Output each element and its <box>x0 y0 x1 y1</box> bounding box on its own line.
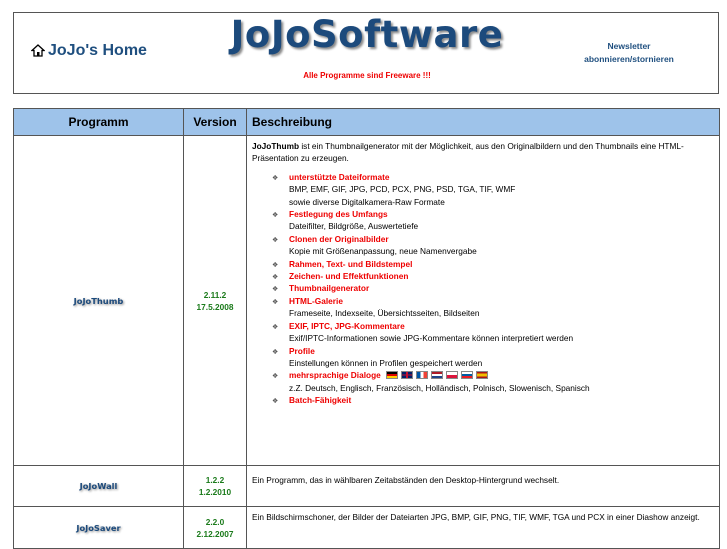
french-flag-icon <box>416 371 429 380</box>
feature-item: ❖ mehrsprachige Dialoge z.Z. Deutsch, Eng… <box>270 369 714 394</box>
feature-title: Rahmen, Text- und Bildstempel <box>289 258 413 269</box>
feature-title: Zeichen- und Effektfunktionen <box>289 271 409 282</box>
program-row-jojowall: JoJoWall 1.2.2 1.2.2010 Ein Programm, da… <box>13 465 720 507</box>
program-row-jojosaver: JoJoSaver 2.2.0 2.12.2007 Ein Bildschirm… <box>13 506 720 549</box>
program-name-jojosaver[interactable]: JoJoSaver <box>13 506 184 549</box>
column-header-description: Beschreibung <box>246 108 720 136</box>
feature-title: EXIF, IPTC, JPG-Kommentare <box>289 320 405 331</box>
program-description: Ein Bildschirmschoner, der Bilder der Da… <box>252 512 700 522</box>
slovenian-flag-icon <box>461 371 474 380</box>
newsletter-line2[interactable]: abonnieren/stornieren <box>569 53 689 66</box>
home-link[interactable]: JoJo's Home <box>30 42 147 62</box>
feature-detail: sowie diverse Digitalkamera-Raw Formate <box>289 196 445 207</box>
version-date[interactable]: 2.12.2007 <box>185 528 245 540</box>
site-logo[interactable]: JoJoSoftware <box>222 13 512 56</box>
feature-item: ❖ EXIF, IPTC, JPG-Kommentare Exif/IPTC-Inf… <box>270 320 714 345</box>
feature-title: unterstützte Dateiformate <box>289 171 390 182</box>
feature-detail: Kopie mit Größenanpassung, neue Namenver… <box>289 246 477 257</box>
polish-flag-icon <box>446 371 459 380</box>
version-number[interactable]: 1.2.2 <box>185 474 245 486</box>
feature-item: ❖ unterstützte Dateiformate BMP, EMF, GIF,… <box>270 171 714 208</box>
newsletter-line1[interactable]: Newsletter <box>569 40 689 53</box>
feature-title: Thumbnailgenerator <box>289 283 370 294</box>
feature-title: Festlegung des Umfangs <box>289 209 388 220</box>
intro-text: ist ein Thumbnailgenerator mit der Mögli… <box>252 141 684 164</box>
feature-detail: Frameseite, Indexseite, Übersichtsseiten… <box>289 308 480 319</box>
program-description: Ein Programm, das in wählbaren Zeitabstä… <box>252 475 560 485</box>
dutch-flag-icon <box>431 371 444 380</box>
program-name-jojowall[interactable]: JoJoWall <box>13 465 184 507</box>
spanish-flag-icon <box>476 371 489 380</box>
bullet-icon: ❖ <box>272 236 279 244</box>
version-cell: 2.2.0 2.12.2007 <box>183 506 247 549</box>
bullet-icon: ❖ <box>272 323 279 331</box>
newsletter-link[interactable]: Newsletter abonnieren/stornieren <box>569 40 689 66</box>
bullet-icon: ❖ <box>272 212 279 220</box>
feature-title: HTML-Galerie <box>289 295 343 306</box>
program-name-jojothumb[interactable]: JoJoThumb <box>13 135 184 466</box>
feature-title: Batch-Fähigkeit <box>289 395 352 406</box>
description-cell: Ein Bildschirmschoner, der Bilder der Da… <box>246 506 720 549</box>
version-number[interactable]: 2.11.2 <box>185 289 245 301</box>
german-flag-icon <box>386 371 399 380</box>
feature-title: mehrsprachige Dialoge <box>289 370 381 381</box>
feature-detail: Dateifilter, Bildgröße, Auswertetiefe <box>289 221 419 232</box>
feature-detail: Exif/IPTC-Informationen sowie JPG-Kommen… <box>289 333 574 344</box>
site-header: JoJo's Home JoJoSoftware Alle Programme … <box>13 12 719 94</box>
feature-list: ❖ unterstützte Dateiformate BMP, EMF, GIF,… <box>270 171 714 407</box>
feature-item: ❖ Profile Einstellungen können in Profilen… <box>270 345 714 370</box>
feature-detail: Einstellungen können in Profilen gespeic… <box>289 357 483 368</box>
version-date[interactable]: 1.2.2010 <box>185 486 245 498</box>
feature-item: ❖ Batch-Fähigkeit <box>270 394 714 406</box>
uk-flag-icon <box>401 371 414 380</box>
version-cell: 2.11.2 17.5.2008 <box>183 135 247 466</box>
bullet-icon: ❖ <box>272 298 279 306</box>
description-cell: JoJoThumb ist ein Thumbnailgenerator mit… <box>246 135 720 466</box>
description-cell: Ein Programm, das in wählbaren Zeitabstä… <box>246 465 720 507</box>
version-date[interactable]: 17.5.2008 <box>185 301 245 313</box>
column-header-program: Programm <box>13 108 184 136</box>
program-row-jojothumb: JoJoThumb 2.11.2 17.5.2008 JoJoThumb ist… <box>13 135 720 466</box>
feature-item: ❖ Zeichen- und Effektfunktionen <box>270 270 714 282</box>
feature-detail: BMP, EMF, GIF, JPG, PCD, PCX, PNG, PSD, … <box>289 184 516 195</box>
version-number[interactable]: 2.2.0 <box>185 516 245 528</box>
home-label: JoJo's Home <box>48 42 147 59</box>
feature-item: ❖ Clonen der Originalbilder Kopie mit Größ… <box>270 233 714 258</box>
program-intro: JoJoThumb ist ein Thumbnailgenerator mit… <box>252 140 714 165</box>
bullet-icon: ❖ <box>272 373 279 381</box>
column-header-version: Version <box>183 108 247 136</box>
bullet-icon: ❖ <box>272 174 279 182</box>
program-table: Programm Version Beschreibung JoJoThumb … <box>13 108 720 549</box>
version-cell: 1.2.2 1.2.2010 <box>183 465 247 507</box>
table-header-row: Programm Version Beschreibung <box>13 108 720 136</box>
house-icon <box>30 44 46 62</box>
feature-item: ❖ Thumbnailgenerator <box>270 282 714 294</box>
feature-item: ❖ Rahmen, Text- und Bildstempel <box>270 258 714 270</box>
freeware-notice: Alle Programme sind Freeware !!! <box>303 71 431 80</box>
feature-item: ❖ Festlegung des Umfangs Dateifilter, Bild… <box>270 208 714 233</box>
intro-program-name: JoJoThumb <box>252 141 300 151</box>
feature-detail: z.Z. Deutsch, Englisch, Französisch, Hol… <box>289 382 590 393</box>
bullet-icon: ❖ <box>272 398 279 406</box>
feature-item: ❖ HTML-Galerie Frameseite, Indexseite, Übe… <box>270 295 714 320</box>
bullet-icon: ❖ <box>272 348 279 356</box>
feature-title: Clonen der Originalbilder <box>289 233 389 244</box>
feature-title: Profile <box>289 345 315 356</box>
